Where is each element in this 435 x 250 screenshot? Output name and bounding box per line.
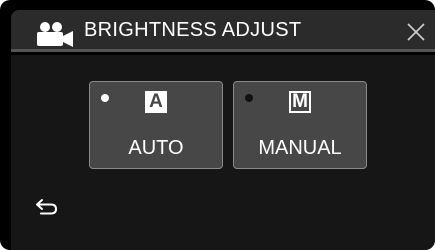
content-area: A AUTO M MANUAL bbox=[11, 55, 435, 250]
page-title: BRIGHTNESS ADJUST bbox=[84, 19, 302, 41]
manual-mode-icon: M bbox=[289, 91, 311, 113]
auto-button[interactable]: A AUTO bbox=[89, 81, 223, 169]
manual-label: MANUAL bbox=[258, 137, 342, 159]
return-arrow-icon[interactable] bbox=[33, 195, 63, 219]
auto-mode-icon: A bbox=[145, 91, 167, 113]
unselected-indicator bbox=[245, 94, 253, 102]
selected-indicator bbox=[101, 94, 109, 102]
header-bar: BRIGHTNESS ADJUST bbox=[11, 10, 435, 52]
auto-label: AUTO bbox=[128, 137, 184, 159]
close-icon[interactable] bbox=[401, 17, 431, 47]
brightness-adjust-screen: BRIGHTNESS ADJUST A AUTO M MANUAL bbox=[0, 0, 435, 250]
manual-button[interactable]: M MANUAL bbox=[233, 81, 367, 169]
movie-camera-icon bbox=[37, 22, 73, 47]
